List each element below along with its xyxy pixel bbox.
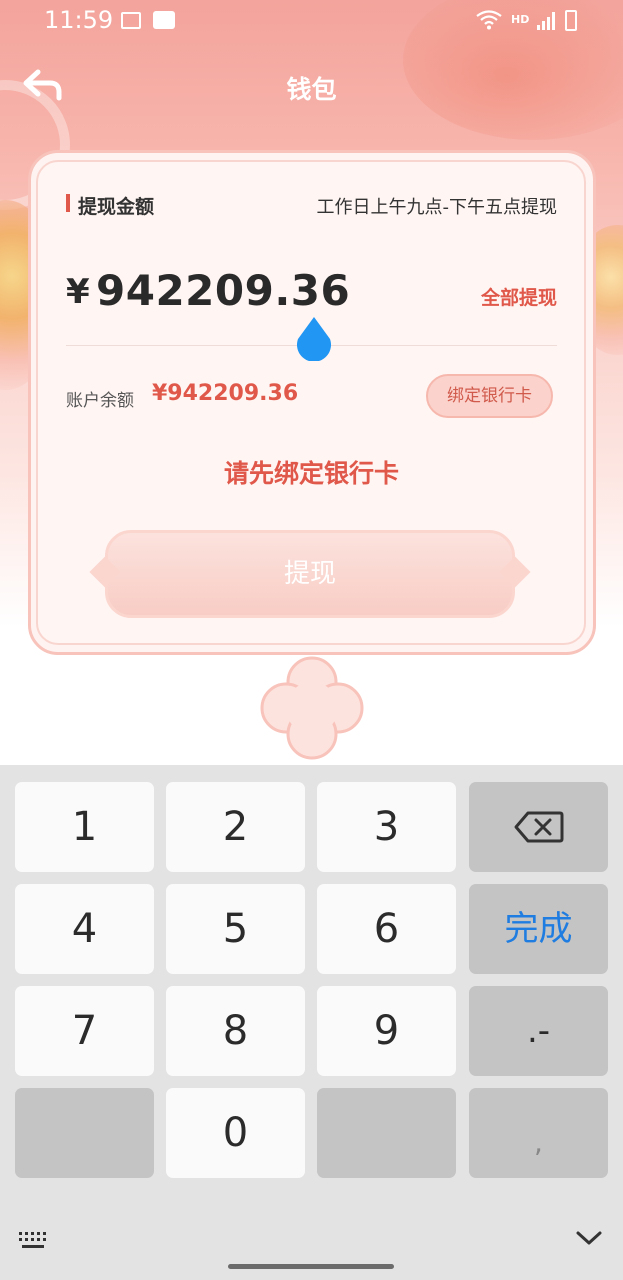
- home-indicator[interactable]: [228, 1264, 394, 1269]
- comma-key[interactable]: ,: [469, 1088, 608, 1178]
- wifi-icon: [476, 10, 502, 35]
- gallery-icon: [121, 12, 141, 29]
- status-time: 11:59: [44, 6, 114, 34]
- withdraw-all-button[interactable]: 全部提现: [481, 283, 557, 310]
- key-7[interactable]: 7: [15, 986, 154, 1076]
- key-4[interactable]: 4: [15, 884, 154, 974]
- bind-bank-card-button[interactable]: 绑定银行卡: [426, 374, 553, 418]
- chevron-down-icon[interactable]: [575, 1228, 603, 1248]
- signal-icon: [537, 12, 557, 30]
- text-cursor-handle[interactable]: [295, 317, 333, 362]
- bind-card-warning: 请先绑定银行卡: [223, 459, 399, 488]
- withdraw-hours-note: 工作日上午九点-下午五点提现: [316, 197, 558, 218]
- status-bar: 11:59 HD: [0, 0, 623, 44]
- key-2[interactable]: 2: [166, 782, 305, 872]
- key-6[interactable]: 6: [317, 884, 456, 974]
- blank-key-left[interactable]: [15, 1088, 154, 1178]
- key-0[interactable]: 0: [166, 1088, 305, 1178]
- blank-key-right[interactable]: [317, 1088, 456, 1178]
- key-1[interactable]: 1: [15, 782, 154, 872]
- flower-decoration: [256, 656, 368, 760]
- message-icon: [153, 11, 175, 29]
- withdraw-button[interactable]: 提现: [105, 530, 515, 618]
- currency-sign: ¥: [66, 272, 90, 312]
- balance-value: ¥942209.36: [152, 381, 299, 406]
- done-key[interactable]: 完成: [469, 884, 608, 974]
- key-5[interactable]: 5: [166, 884, 305, 974]
- page-title: 钱包: [286, 75, 337, 104]
- backspace-key[interactable]: [469, 782, 608, 872]
- key-8[interactable]: 8: [166, 986, 305, 1076]
- backspace-icon: [514, 811, 563, 843]
- amount-label: 提现金额: [78, 196, 155, 218]
- key-9[interactable]: 9: [317, 986, 456, 1076]
- key-3[interactable]: 3: [317, 782, 456, 872]
- keyboard-switch-icon[interactable]: [18, 1230, 50, 1250]
- label-accent-bar: [66, 194, 70, 212]
- balance-label: 账户余额: [66, 391, 134, 411]
- network-type-badge: HD: [511, 13, 530, 26]
- battery-icon: [565, 10, 577, 31]
- amount-input[interactable]: 942209.36: [96, 266, 350, 315]
- dot-minus-key[interactable]: .-: [469, 986, 608, 1076]
